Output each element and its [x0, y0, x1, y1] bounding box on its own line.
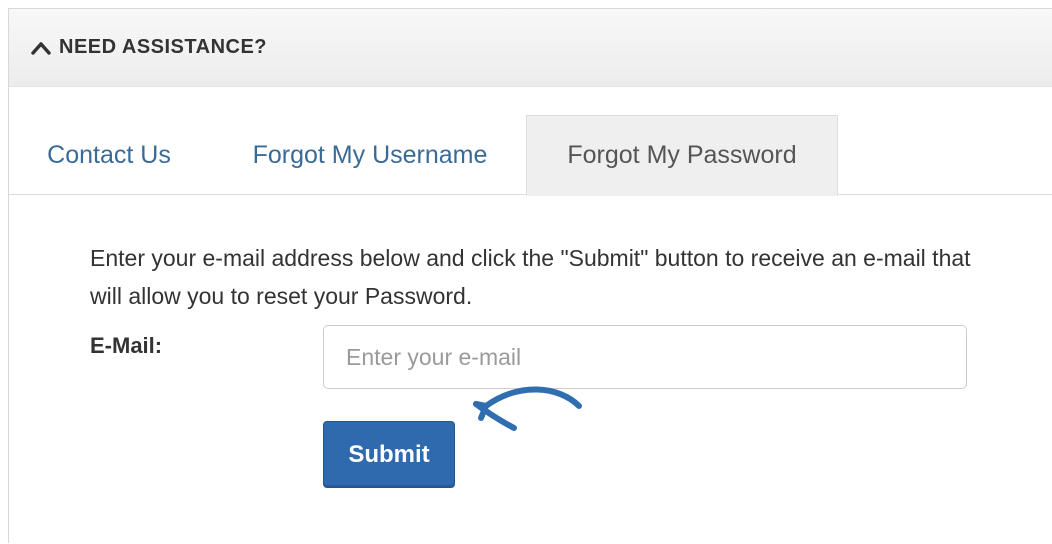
tab-forgot-password[interactable]: Forgot My Password	[526, 115, 838, 196]
submit-button[interactable]: Submit	[323, 421, 455, 488]
panel-title: NEED ASSISTANCE?	[59, 36, 268, 58]
hand-drawn-arrow-icon	[473, 386, 582, 431]
tab-content: Enter your e-mail address below and clic…	[9, 195, 1052, 544]
panel-header-toggle[interactable]: NEED ASSISTANCE?	[9, 9, 1052, 87]
tab-bar: Contact Us Forgot My Username Forgot My …	[9, 87, 1052, 196]
email-label: E-Mail:	[90, 333, 163, 358]
assistance-panel: NEED ASSISTANCE? Contact Us Forgot My Us…	[8, 8, 1052, 543]
chevron-up-icon	[31, 41, 51, 55]
email-field[interactable]	[323, 325, 967, 389]
tab-contact-us[interactable]: Contact Us	[19, 115, 199, 195]
tab-forgot-username[interactable]: Forgot My Username	[225, 115, 515, 195]
instructions-text: Enter your e-mail address below and clic…	[90, 245, 971, 309]
